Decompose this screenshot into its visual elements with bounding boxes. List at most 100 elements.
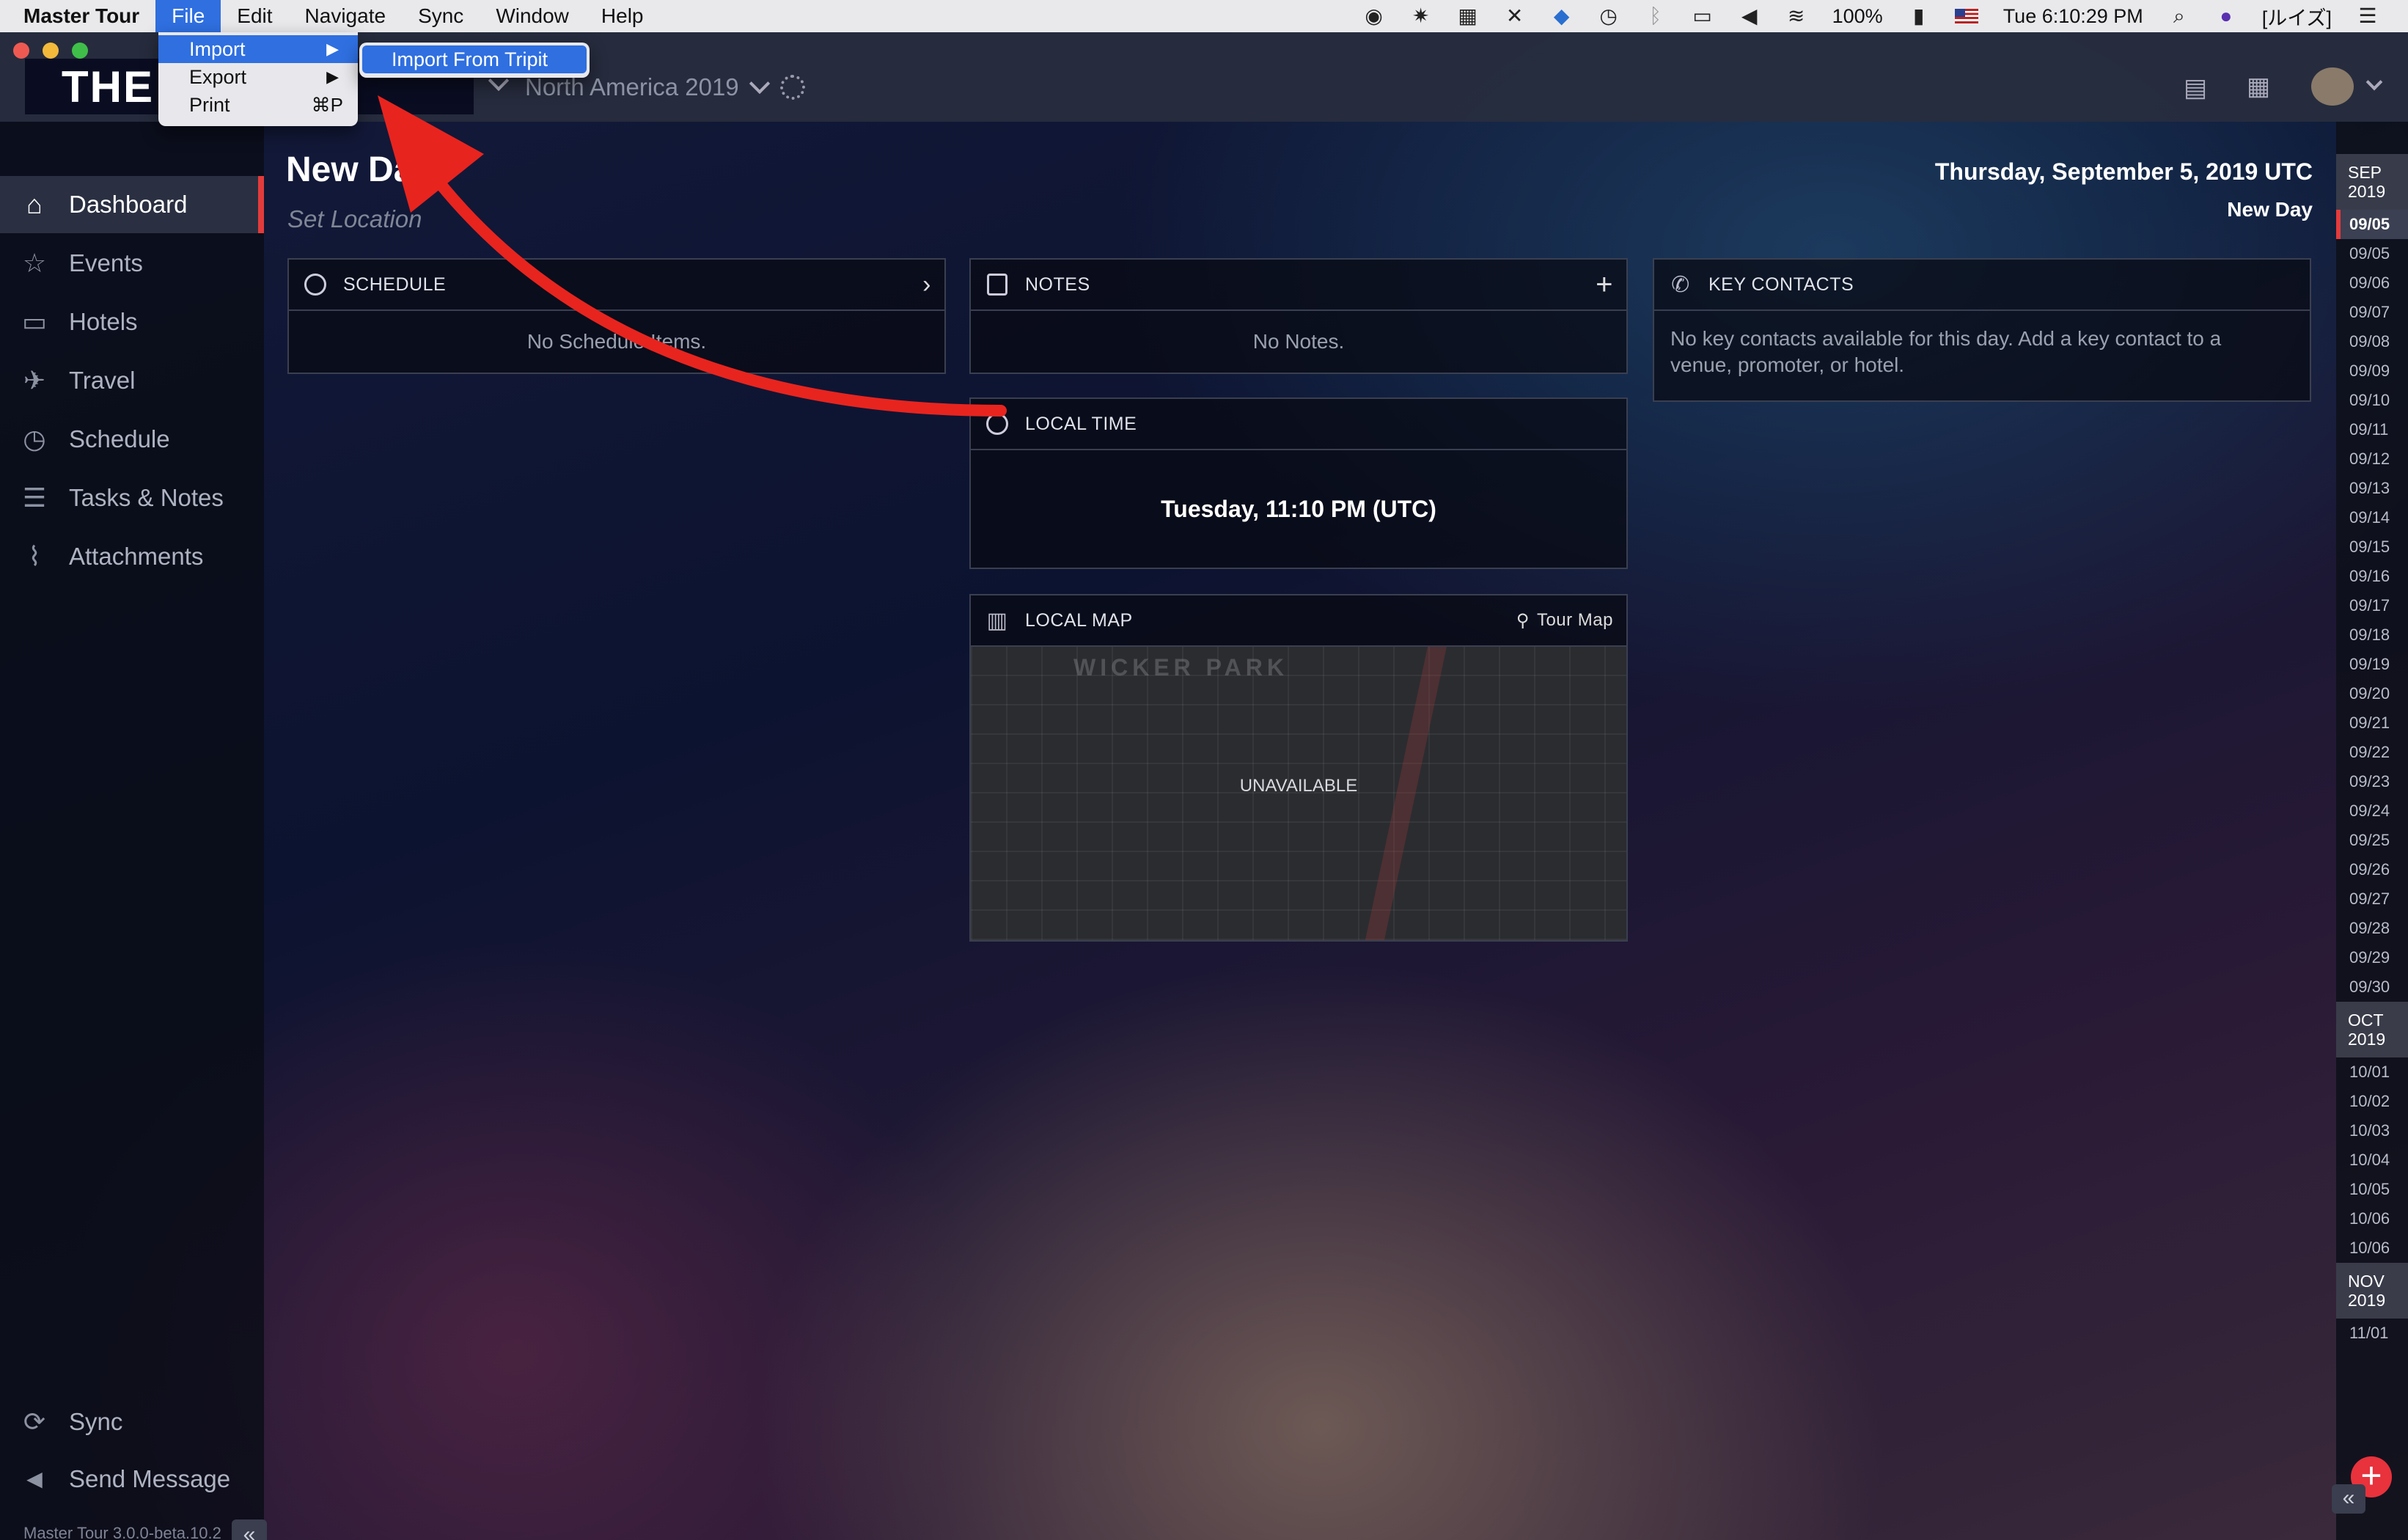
menu-item-label: Export [189, 66, 247, 88]
date-rail-item[interactable]: 09/24 [2336, 796, 2408, 826]
tour-map-link[interactable]: ⚲ Tour Map [1516, 610, 1613, 631]
burst-status-icon[interactable]: ✷ [1410, 5, 1432, 27]
menu-item-import-from-tripit[interactable]: Import From Tripit [362, 45, 587, 73]
tools-status-icon[interactable]: ✕ [1504, 5, 1526, 27]
map-icon: ▥ [986, 608, 1008, 633]
contact-card-icon[interactable]: ▤ [2184, 73, 2207, 103]
menu-help[interactable]: Help [585, 0, 660, 32]
sidebar-item-schedule[interactable]: ◷ Schedule [0, 411, 264, 468]
sidebar-item-send-message[interactable]: ◄ Send Message [0, 1451, 264, 1508]
date-rail-item[interactable]: 09/09 [2336, 356, 2408, 386]
date-rail-item[interactable]: 09/19 [2336, 650, 2408, 679]
menu-item-export[interactable]: Export ▶ [158, 63, 358, 91]
month-header-sep: SEP 2019 [2336, 154, 2408, 210]
date-rail-item[interactable]: 09/29 [2336, 943, 2408, 972]
siri-icon[interactable]: ● [2215, 5, 2237, 27]
menu-sync[interactable]: Sync [402, 0, 480, 32]
date-rail-item[interactable]: 09/25 [2336, 826, 2408, 855]
date-rail-item[interactable]: 11/01 [2336, 1319, 2408, 1348]
date-rail-item[interactable]: 10/04 [2336, 1145, 2408, 1175]
tour-map-link-label: Tour Map [1536, 610, 1613, 630]
add-note-button[interactable]: + [1596, 268, 1613, 301]
diamond-status-icon[interactable]: ◆ [1551, 5, 1573, 27]
close-window-button[interactable] [13, 43, 29, 59]
gear-icon[interactable] [779, 75, 805, 100]
bluetooth-icon[interactable]: ᛒ [1645, 5, 1667, 27]
bed-icon: ▭ [21, 307, 47, 337]
schedule-card-header[interactable]: SCHEDULE › [289, 260, 944, 311]
date-rail-item[interactable]: 09/28 [2336, 914, 2408, 943]
collapse-sidebar-button[interactable]: « [232, 1519, 267, 1540]
us-flag-icon[interactable] [1954, 9, 1978, 23]
spotlight-search-icon[interactable]: ⌕ [2168, 5, 2190, 27]
date-rail-item[interactable]: 09/18 [2336, 620, 2408, 650]
notes-empty-text: No Notes. [1252, 330, 1345, 353]
date-rail-item[interactable]: 09/27 [2336, 884, 2408, 914]
date-rail-item[interactable]: 10/05 [2336, 1175, 2408, 1204]
date-rail-item[interactable]: 09/05 [2336, 210, 2408, 239]
date-rail-item[interactable]: 10/03 [2336, 1116, 2408, 1145]
calendar-icon[interactable]: ▦ [2247, 72, 2270, 101]
sidebar-item-tasks-notes[interactable]: ☰ Tasks & Notes [0, 469, 264, 527]
month-year: 2019 [2348, 1030, 2386, 1049]
menu-navigate[interactable]: Navigate [289, 0, 403, 32]
version-label: Master Tour 3.0.0-beta.10.2 [23, 1524, 221, 1540]
menu-edit[interactable]: Edit [221, 0, 288, 32]
date-rail-item[interactable]: 09/23 [2336, 767, 2408, 796]
chevron-right-icon[interactable]: › [922, 271, 931, 299]
date-rail-item[interactable]: 09/21 [2336, 708, 2408, 738]
date-rail-item[interactable]: 09/05 [2336, 239, 2408, 268]
phone-icon: ✆ [1671, 272, 1690, 297]
set-location-link[interactable]: Set Location [287, 205, 422, 233]
minimize-window-button[interactable] [43, 43, 59, 59]
date-rail-item[interactable]: 09/15 [2336, 532, 2408, 562]
date-rail-item[interactable]: 10/06 [2336, 1204, 2408, 1233]
sidebar-item-travel[interactable]: ✈ Travel [0, 352, 264, 409]
date-rail-item[interactable]: 09/12 [2336, 444, 2408, 474]
date-rail-item[interactable]: 09/30 [2336, 972, 2408, 1002]
input-method-label[interactable]: [ルイズ] [2262, 2, 2332, 31]
date-rail-item[interactable]: 09/10 [2336, 386, 2408, 415]
date-rail-item[interactable]: 10/01 [2336, 1057, 2408, 1087]
sidebar-item-dashboard[interactable]: ⌂ Dashboard [0, 176, 264, 233]
battery-icon[interactable]: ▮ [1908, 5, 1930, 27]
sidebar-item-sync[interactable]: ⟳ Sync [0, 1393, 264, 1451]
date-rail-item[interactable]: 09/14 [2336, 503, 2408, 532]
map-unavailable-label: UNAVAILABLE [1239, 776, 1358, 796]
date-rail-item[interactable]: 09/08 [2336, 327, 2408, 356]
time-machine-icon[interactable]: ◷ [1598, 5, 1620, 27]
local-time-value: Tuesday, 11:10 PM (UTC) [1161, 495, 1436, 522]
app-menu[interactable]: Master Tour [0, 0, 155, 32]
menu-file[interactable]: File [155, 0, 221, 32]
date-rail-item[interactable]: 09/07 [2336, 298, 2408, 327]
date-rail-item[interactable]: 10/06 [2336, 1233, 2408, 1263]
sidebar-item-attachments[interactable]: ⌇ Attachments [0, 528, 264, 585]
avatar[interactable] [2311, 67, 2354, 106]
airplay-icon[interactable]: ▭ [1692, 5, 1714, 27]
chevron-down-icon[interactable] [2365, 73, 2383, 91]
date-rail-item[interactable]: 09/13 [2336, 474, 2408, 503]
date-rail-item[interactable]: 09/06 [2336, 268, 2408, 298]
date-rail-item[interactable]: 09/22 [2336, 738, 2408, 767]
sidebar-item-events[interactable]: ☆ Events [0, 235, 264, 292]
date-rail-item[interactable]: 09/26 [2336, 855, 2408, 884]
grid-status-icon[interactable]: ▦ [1457, 5, 1479, 27]
volume-icon[interactable]: ◀ [1739, 5, 1761, 27]
sidebar-item-hotels[interactable]: ▭ Hotels [0, 293, 264, 351]
sidebar-item-label: Dashboard [69, 191, 188, 218]
date-rail-item[interactable]: 09/11 [2336, 415, 2408, 444]
menu-item-import[interactable]: Import ▶ [158, 35, 358, 63]
user-status-icon[interactable]: ◉ [1363, 5, 1385, 27]
menu-window[interactable]: Window [480, 0, 585, 32]
date-rail-item[interactable]: 09/20 [2336, 679, 2408, 708]
date-rail-item[interactable]: 09/16 [2336, 562, 2408, 591]
notification-center-icon[interactable]: ☰ [2357, 5, 2379, 27]
menu-item-print[interactable]: Print ⌘P [158, 91, 358, 119]
collapse-date-rail-button[interactable]: « [2332, 1484, 2365, 1514]
date-rail-item[interactable]: 09/17 [2336, 591, 2408, 620]
month-year: 2019 [2348, 1291, 2386, 1310]
zoom-window-button[interactable] [72, 43, 88, 59]
date-rail-item[interactable]: 10/02 [2336, 1087, 2408, 1116]
wifi-icon[interactable]: ≋ [1785, 5, 1807, 27]
menubar-clock[interactable]: Tue 6:10:29 PM [2003, 5, 2143, 28]
